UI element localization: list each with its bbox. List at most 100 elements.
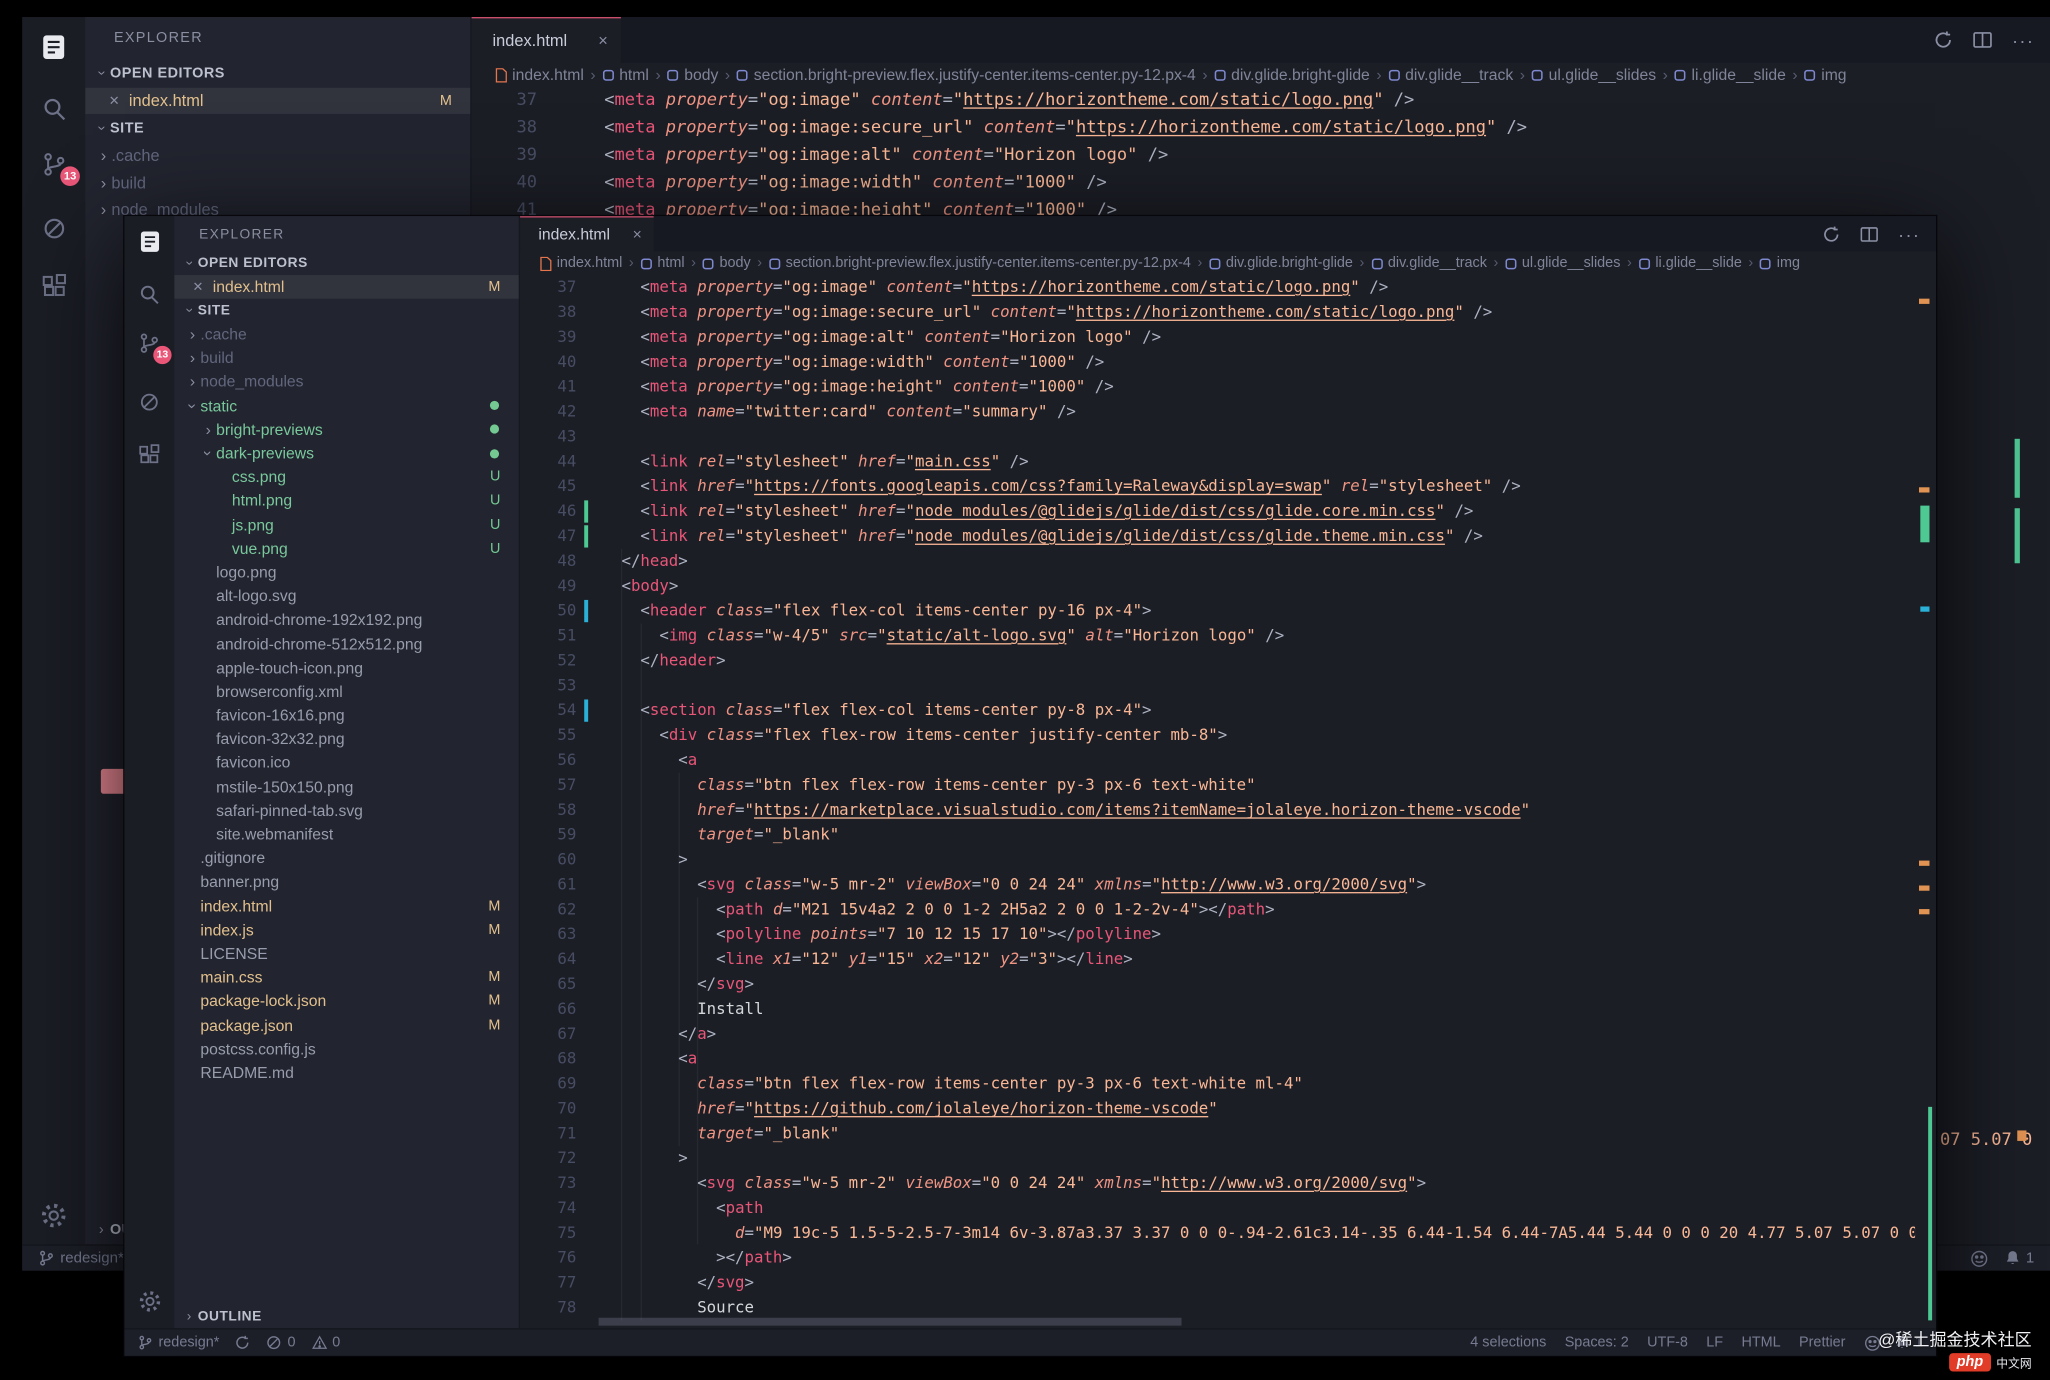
code-line-77[interactable]: 77 </svg> (520, 1271, 1915, 1296)
code-line-63[interactable]: 63 <polyline points="7 10 12 15 17 10"><… (520, 922, 1915, 947)
code-line-49[interactable]: 49 <body> (520, 574, 1915, 599)
code-line-61[interactable]: 61 <svg class="w-5 mr-2" viewBox="0 0 24… (520, 872, 1915, 897)
breadcrumb-item[interactable]: html (640, 255, 684, 271)
tree-item-favicon.ico[interactable]: favicon.ico (174, 751, 519, 775)
problems-errors[interactable]: 0 (267, 1335, 296, 1351)
close-icon[interactable]: × (633, 225, 642, 243)
tree-item-index.html[interactable]: index.htmlM (174, 894, 519, 918)
code-line-58[interactable]: 58 href="https://marketplace.visualstudi… (520, 798, 1915, 823)
code-line-52[interactable]: 52 </header> (520, 648, 1915, 673)
extensions-icon[interactable] (22, 267, 85, 306)
breadcrumb-item[interactable]: img (1760, 255, 1800, 271)
tree-item-android-chrome-192x192.png[interactable]: android-chrome-192x192.png (174, 608, 519, 632)
code-line-39[interactable]: 39 <meta property="og:image:alt" content… (472, 141, 2029, 169)
status-selections[interactable]: 4 selections (1470, 1335, 1546, 1351)
feedback-smiley-icon[interactable] (1970, 1249, 1988, 1267)
tree-item-apple-touch-icon.png[interactable]: apple-touch-icon.png (174, 656, 519, 680)
code-line-43[interactable]: 43 (520, 424, 1915, 449)
tree-item-css.png[interactable]: css.pngU (174, 465, 519, 489)
tree-item-bright-previews[interactable]: ›bright-previews (174, 418, 519, 442)
more-actions-icon[interactable]: ··· (2012, 29, 2034, 50)
tree-item-index.js[interactable]: index.jsM (174, 918, 519, 942)
tree-item-.gitignore[interactable]: .gitignore (174, 846, 519, 870)
status-indentation[interactable]: Spaces: 2 (1565, 1335, 1629, 1351)
overview-ruler[interactable] (1915, 216, 1936, 1328)
open-editor-index-html[interactable]: ✕ index.html M (85, 88, 470, 114)
breadcrumb-item[interactable]: div.glide.bright-glide (1209, 255, 1353, 271)
tree-item-favicon-32x32.png[interactable]: favicon-32x32.png (174, 727, 519, 751)
tree-item-package.json[interactable]: package.jsonM (174, 1013, 519, 1037)
code-line-45[interactable]: 45 <link href="https://fonts.googleapis.… (520, 474, 1915, 499)
sync-icon[interactable] (235, 1335, 251, 1351)
breadcrumb-item[interactable]: section.bright-preview.flex.justify-cent… (769, 255, 1191, 271)
breadcrumb-item[interactable]: body (667, 65, 718, 83)
explorer-icon[interactable] (124, 223, 174, 260)
close-icon[interactable]: ✕ (193, 280, 204, 294)
code-line-37[interactable]: 37 <meta property="og:image" content="ht… (520, 275, 1915, 300)
breadcrumb-item[interactable]: div.glide__track (1388, 65, 1513, 83)
breadcrumb-item[interactable]: div.glide.bright-glide (1214, 65, 1370, 83)
code-editor[interactable]: 37 <meta property="og:image" content="ht… (520, 275, 1915, 1328)
close-icon[interactable]: ✕ (109, 94, 120, 108)
tree-item-android-chrome-512x512.png[interactable]: android-chrome-512x512.png (174, 632, 519, 656)
extensions-icon[interactable] (124, 438, 174, 475)
code-line-41[interactable]: 41 <meta property="og:image:height" cont… (520, 375, 1915, 400)
tree-item-README.md[interactable]: README.md (174, 1061, 519, 1085)
code-line-74[interactable]: 74 <path (520, 1196, 1915, 1221)
horizontal-scrollbar[interactable] (599, 1318, 1182, 1326)
tree-item-favicon-16x16.png[interactable]: favicon-16x16.png (174, 703, 519, 727)
explorer-icon[interactable] (22, 28, 85, 67)
code-line-51[interactable]: 51 <img class="w-4/5" src="static/alt-lo… (520, 624, 1915, 649)
tree-item-main.css[interactable]: main.cssM (174, 965, 519, 989)
search-icon[interactable] (124, 276, 174, 313)
debug-icon[interactable] (22, 208, 85, 247)
open-changes-icon[interactable] (1822, 225, 1840, 243)
tree-item-dark-previews[interactable]: ›dark-previews (174, 441, 519, 465)
problems-warnings[interactable]: 0 (311, 1335, 340, 1351)
search-icon[interactable] (22, 89, 85, 128)
notifications-bell[interactable]: 1 (2004, 1250, 2035, 1267)
code-line-78[interactable]: 78 Source (520, 1295, 1915, 1320)
tree-item-build[interactable]: ›build (85, 169, 470, 196)
code-line-47[interactable]: 47 <link rel="stylesheet" href="node_mod… (520, 524, 1915, 549)
code-line-67[interactable]: 67 </a> (520, 1022, 1915, 1047)
git-branch-indicator[interactable]: redesign* (138, 1335, 220, 1351)
source-control-icon[interactable]: 13 (22, 144, 85, 183)
breadcrumb-item[interactable]: div.glide__track (1371, 255, 1487, 271)
code-line-38[interactable]: 38 <meta property="og:image:secure_url" … (520, 300, 1915, 325)
code-line-53[interactable]: 53 (520, 673, 1915, 698)
open-changes-icon[interactable] (1933, 30, 1953, 50)
site-section-header[interactable]: › SITE (174, 299, 519, 323)
breadcrumb-item[interactable]: section.bright-preview.flex.justify-cent… (737, 65, 1196, 83)
tree-item-vue.png[interactable]: vue.pngU (174, 537, 519, 561)
tree-item-build[interactable]: ›build (174, 346, 519, 370)
breadcrumb-item[interactable]: li.glide__slide (1638, 255, 1742, 271)
git-branch-indicator[interactable]: redesign* (38, 1250, 124, 1267)
code-line-57[interactable]: 57 class="btn flex flex-row items-center… (520, 773, 1915, 798)
open-editors-header[interactable]: › OPEN EDITORS (85, 59, 470, 88)
status-encoding[interactable]: UTF-8 (1647, 1335, 1688, 1351)
breadcrumb-item[interactable]: ul.glide__slides (1505, 255, 1621, 271)
code-line-42[interactable]: 42 <meta name="twitter:card" content="su… (520, 400, 1915, 425)
code-line-76[interactable]: 76 ></path> (520, 1246, 1915, 1271)
tree-item-LICENSE[interactable]: LICENSE (174, 942, 519, 966)
code-line-73[interactable]: 73 <svg class="w-5 mr-2" viewBox="0 0 24… (520, 1171, 1915, 1196)
breadcrumb-item[interactable]: html (602, 65, 649, 83)
code-line-65[interactable]: 65 </svg> (520, 972, 1915, 997)
status-eol[interactable]: LF (1706, 1335, 1723, 1351)
tree-item-node_modules[interactable]: ›node_modules (174, 370, 519, 394)
code-line-56[interactable]: 56 <a (520, 748, 1915, 773)
tree-item-safari-pinned-tab.svg[interactable]: safari-pinned-tab.svg (174, 799, 519, 823)
code-line-37[interactable]: 37 <meta property="og:image" content="ht… (472, 86, 2029, 114)
tree-item-alt-logo.svg[interactable]: alt-logo.svg (174, 584, 519, 608)
code-line-54[interactable]: 54 <section class="flex flex-col items-c… (520, 698, 1915, 723)
tree-item-html.png[interactable]: html.pngU (174, 489, 519, 513)
close-icon[interactable]: × (598, 31, 608, 49)
code-line-40[interactable]: 40 <meta property="og:image:width" conte… (472, 169, 2029, 197)
code-line-46[interactable]: 46 <link rel="stylesheet" href="node_mod… (520, 499, 1915, 524)
code-line-69[interactable]: 69 class="btn flex flex-row items-center… (520, 1071, 1915, 1096)
tree-item-static[interactable]: ›static (174, 394, 519, 418)
code-line-60[interactable]: 60 > (520, 848, 1915, 873)
source-control-icon[interactable]: 13 (124, 325, 174, 362)
tree-item-package-lock.json[interactable]: package-lock.jsonM (174, 989, 519, 1013)
